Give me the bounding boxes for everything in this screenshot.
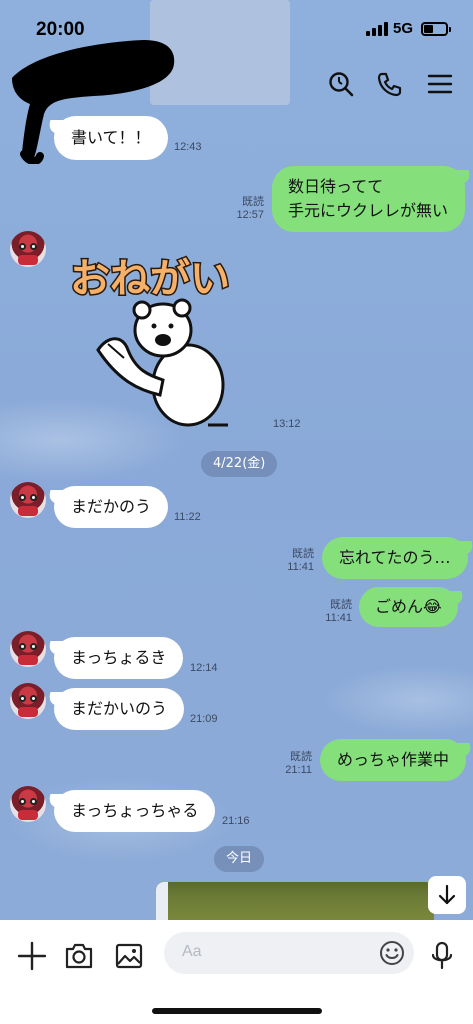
date-separator: 4/22(金)	[201, 451, 278, 477]
read-label: 既読	[290, 751, 312, 763]
message-text: 忘れてたのう…	[339, 548, 451, 567]
message-time: 12:14	[190, 662, 218, 674]
message-time: 11:41	[325, 612, 352, 624]
read-label: 既読	[292, 548, 314, 560]
read-label: 既読	[330, 599, 352, 611]
message-text: めっちゃ作業中	[337, 750, 450, 769]
camera-icon[interactable]	[63, 940, 95, 972]
message-text: まっちょるき	[71, 648, 167, 667]
message-meta: 既読 11:41	[280, 548, 314, 574]
image-icon[interactable]	[113, 940, 145, 972]
message-meta: 既読 21:11	[278, 751, 312, 777]
emoji-icon[interactable]	[378, 939, 406, 967]
message-time: 11:22	[174, 511, 201, 523]
network-label: 5G	[393, 20, 414, 37]
menu-icon[interactable]	[426, 70, 454, 98]
arrow-down-icon	[438, 884, 456, 905]
sticker-text: おねがい	[70, 256, 230, 302]
message-text: 書いて！！	[71, 128, 151, 147]
message-meta: 既読 12:57	[230, 196, 264, 222]
message-text-line: 手元にウクレレが無い	[288, 201, 449, 220]
microphone-icon[interactable]	[426, 940, 458, 972]
message-time: 12:57	[236, 209, 264, 221]
plus-icon[interactable]	[16, 940, 48, 972]
read-label: 既読	[242, 196, 264, 208]
avatar[interactable]	[10, 631, 46, 667]
message-bubble-incoming[interactable]: まっちょっちゃる	[54, 790, 216, 832]
image-message[interactable]	[156, 882, 434, 920]
message-bubble-incoming[interactable]: まだかのう	[54, 486, 169, 528]
avatar[interactable]	[10, 786, 46, 822]
message-time: 13:12	[273, 418, 301, 430]
message-time: 21:09	[190, 713, 218, 725]
message-bubble-incoming[interactable]: 書いて！！	[54, 116, 168, 160]
message-time: 11:41	[287, 561, 314, 573]
phone-icon[interactable]	[376, 70, 404, 98]
avatar[interactable]	[10, 231, 46, 267]
message-bubble-outgoing[interactable]: 忘れてたのう…	[322, 537, 468, 579]
message-input-placeholder: Aa	[182, 943, 202, 960]
home-indicator[interactable]	[152, 1008, 322, 1014]
search-icon[interactable]	[327, 70, 355, 98]
message-time: 21:16	[222, 815, 250, 827]
sticker-image[interactable]: おねがい	[68, 250, 268, 430]
message-text: まっちょっちゃる	[71, 801, 199, 820]
date-separator: 今日	[214, 846, 265, 872]
message-bubble-outgoing[interactable]: 数日待ってて 手元にウクレレが無い	[272, 166, 465, 232]
message-bubble-outgoing[interactable]: ごめん😂	[359, 587, 458, 627]
scroll-to-bottom-button[interactable]	[428, 876, 466, 914]
battery-icon	[421, 22, 451, 36]
input-bar: Aa	[0, 920, 473, 1024]
message-time: 21:11	[285, 764, 312, 776]
message-text: まだかいのう	[71, 699, 168, 718]
message-bubble-outgoing[interactable]: めっちゃ作業中	[320, 739, 467, 781]
message-text: ごめん😂	[375, 597, 442, 616]
avatar[interactable]	[10, 683, 46, 719]
signal-icon	[366, 22, 388, 36]
message-meta: 既読 11:41	[318, 599, 352, 625]
message-bubble-incoming[interactable]: まっちょるき	[54, 637, 184, 679]
message-time: 12:43	[174, 141, 202, 153]
message-text: まだかのう	[71, 497, 152, 516]
message-text-line: 数日待ってて	[288, 177, 384, 196]
message-input[interactable]: Aa	[164, 932, 414, 974]
avatar[interactable]	[10, 482, 46, 518]
message-bubble-incoming[interactable]: まだかいのう	[54, 688, 185, 730]
